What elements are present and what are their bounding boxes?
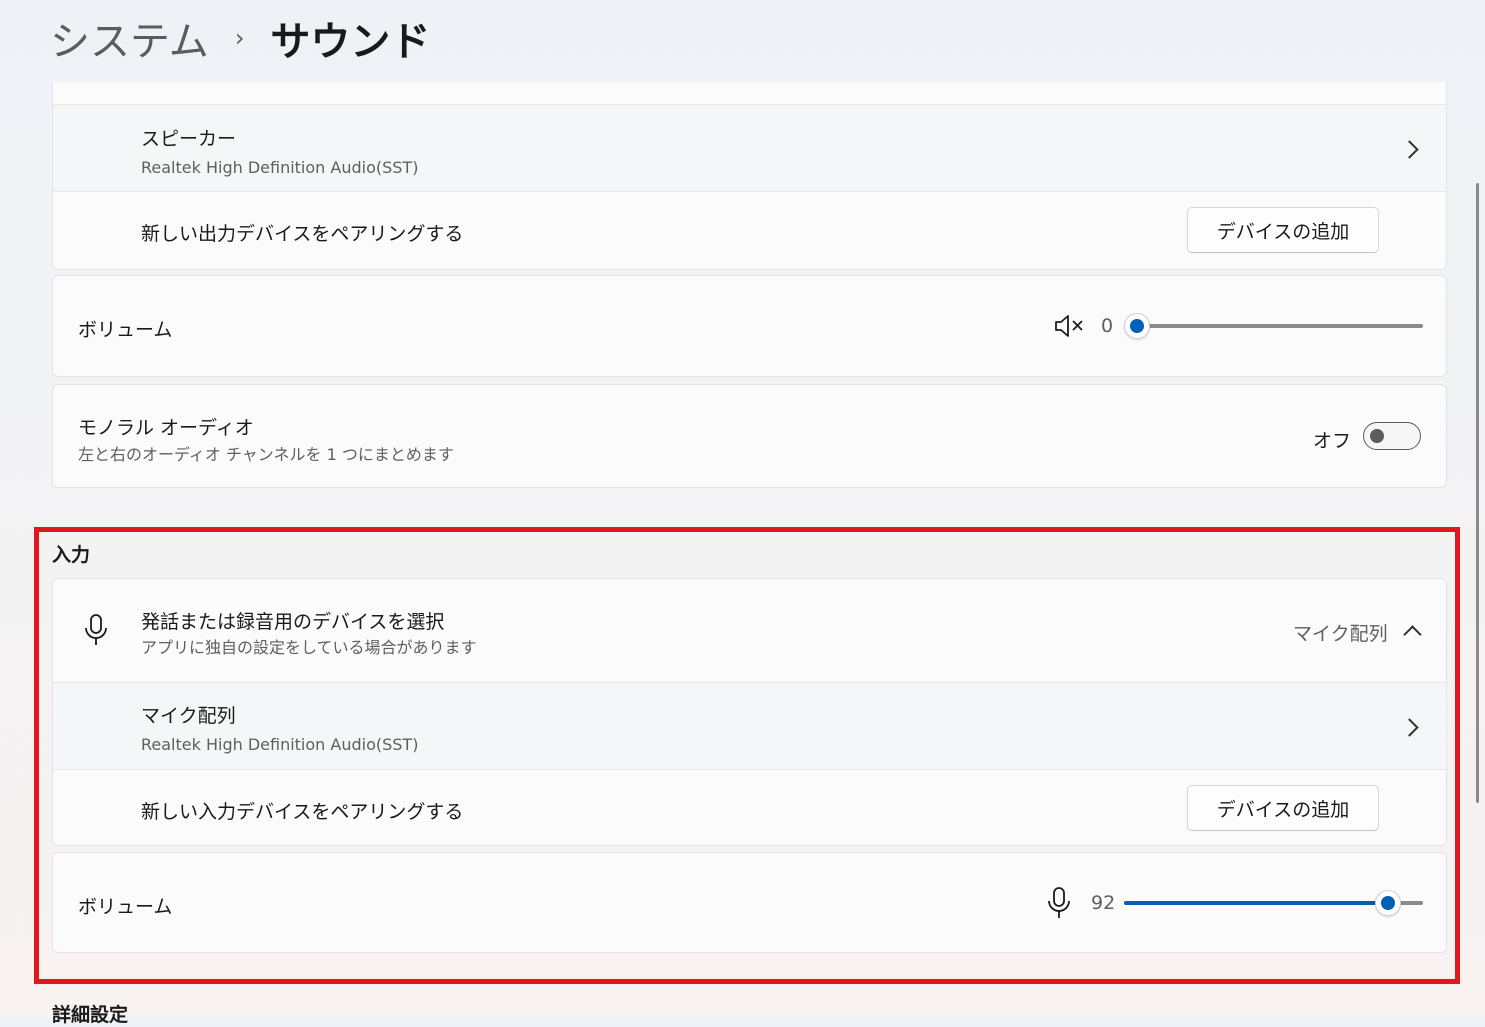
speaker-subtitle: Realtek High Definition Audio(SST)	[141, 158, 419, 177]
input-select-title: 発話または録音用のデバイスを選択	[141, 611, 445, 633]
input-select-row[interactable]: 発話または録音用のデバイスを選択 アプリに独自の設定をしている場合があります マ…	[53, 579, 1446, 682]
output-card-top-row	[53, 82, 1446, 104]
page-title: サウンド	[270, 19, 431, 65]
pair-input-row: 新しい入力デバイスをペアリングする デバイスの追加	[53, 769, 1446, 847]
input-volume-card: ボリューム 92	[52, 852, 1447, 953]
pair-output-row: 新しい出力デバイスをペアリングする デバイスの追加	[53, 191, 1446, 270]
input-device-card: 発話または録音用のデバイスを選択 アプリに独自の設定をしている場合があります マ…	[52, 578, 1447, 846]
input-volume-value: 92	[1091, 892, 1116, 914]
microphone-icon[interactable]	[1046, 886, 1072, 924]
pair-output-label: 新しい出力デバイスをペアリングする	[141, 223, 464, 245]
chevron-right-icon	[1400, 718, 1419, 737]
add-input-device-button[interactable]: デバイスの追加	[1187, 785, 1379, 831]
output-volume-value: 0	[1101, 315, 1114, 337]
toggle-knob	[1370, 429, 1384, 443]
advanced-section-header: 詳細設定	[52, 1004, 129, 1026]
mono-audio-toggle[interactable]	[1363, 422, 1421, 450]
add-output-device-button[interactable]: デバイスの追加	[1187, 207, 1379, 253]
chevron-up-icon[interactable]	[1403, 625, 1422, 644]
mic-array-title: マイク配列	[141, 705, 236, 727]
input-volume-thumb[interactable]	[1375, 890, 1401, 916]
speaker-row[interactable]: スピーカー Realtek High Definition Audio(SST)	[53, 104, 1446, 191]
input-select-subtitle: アプリに独自の設定をしている場合があります	[141, 638, 477, 657]
breadcrumb-separator: ›	[234, 24, 245, 52]
input-section-header: 入力	[52, 544, 91, 566]
mic-array-subtitle: Realtek High Definition Audio(SST)	[141, 735, 419, 754]
mic-array-row[interactable]: マイク配列 Realtek High Definition Audio(SST)	[53, 682, 1446, 769]
speaker-title: スピーカー	[141, 128, 237, 150]
mono-audio-card: モノラル オーディオ 左と右のオーディオ チャンネルを 1 つにまとめます オフ	[52, 384, 1447, 488]
input-volume-fill	[1124, 901, 1396, 905]
output-device-card: スピーカー Realtek High Definition Audio(SST)…	[52, 82, 1447, 270]
speaker-muted-icon[interactable]	[1053, 313, 1085, 343]
microphone-icon	[83, 613, 109, 651]
pair-input-label: 新しい入力デバイスをペアリングする	[141, 801, 464, 823]
input-volume-label: ボリューム	[78, 896, 173, 918]
breadcrumb-parent[interactable]: システム	[50, 9, 209, 67]
mono-audio-subtitle: 左と右のオーディオ チャンネルを 1 つにまとめます	[78, 445, 454, 464]
output-volume-label: ボリューム	[78, 319, 173, 341]
input-selected-device: マイク配列	[1293, 623, 1388, 645]
output-volume-card: ボリューム 0	[52, 275, 1447, 377]
output-volume-thumb[interactable]	[1124, 313, 1150, 339]
scrollbar[interactable]	[1476, 183, 1479, 803]
chevron-right-icon	[1400, 140, 1419, 159]
mono-audio-title: モノラル オーディオ	[78, 417, 254, 439]
breadcrumb: システム › サウンド	[50, 8, 430, 68]
output-volume-track[interactable]	[1137, 324, 1423, 328]
mono-audio-state: オフ	[1313, 430, 1352, 452]
